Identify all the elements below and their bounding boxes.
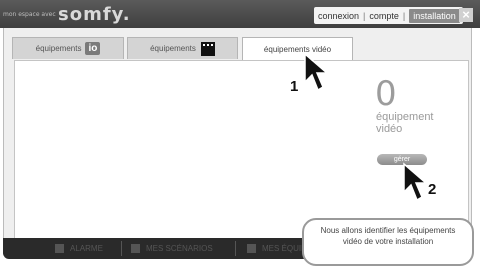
calendar-icon bbox=[131, 244, 140, 253]
tab-label: équipements bbox=[35, 44, 82, 53]
tab-equipements-rts[interactable]: équipements bbox=[127, 37, 238, 59]
nav-installation[interactable]: installation bbox=[409, 8, 460, 23]
bottom-item-scenarios[interactable]: MES SCÉNARIOS bbox=[131, 244, 213, 253]
step-number-1: 1 bbox=[290, 78, 299, 95]
tab-equipements-io[interactable]: équipements io bbox=[12, 37, 124, 59]
equipment-count-label: équipement vidéo bbox=[376, 111, 456, 135]
somfy-logo: somfy. bbox=[58, 4, 131, 25]
nav-separator: | bbox=[402, 10, 406, 21]
top-navigation: connexion | compte | installation bbox=[314, 7, 463, 24]
count-label-line1: équipement bbox=[376, 111, 434, 123]
bottom-item-label: MES SCÉNARIOS bbox=[146, 244, 213, 253]
somfy-window: mon espace avec somfy. connexion | compt… bbox=[0, 0, 480, 266]
nav-connexion[interactable]: connexion bbox=[318, 11, 359, 21]
divider bbox=[121, 241, 122, 256]
brand-prefix: mon espace avec bbox=[3, 11, 56, 18]
home-icon bbox=[55, 244, 64, 253]
tab-equipements-video[interactable]: équipements vidéo bbox=[242, 37, 353, 61]
tab-label: équipements bbox=[150, 44, 196, 53]
close-icon[interactable]: × bbox=[459, 8, 473, 22]
tooltip-line2: vidéo de votre installation bbox=[342, 237, 434, 246]
top-bar: mon espace avec somfy. connexion | compt… bbox=[0, 0, 480, 28]
cursor-arrow-icon bbox=[304, 52, 330, 92]
io-logo-icon: io bbox=[85, 42, 101, 55]
nav-separator: | bbox=[363, 10, 366, 21]
user-icon bbox=[247, 244, 256, 253]
step-number-2: 2 bbox=[428, 181, 437, 198]
bottom-item-alarme[interactable]: ALARME bbox=[55, 244, 103, 253]
rts-logo-icon bbox=[200, 41, 215, 56]
nav-compte[interactable]: compte bbox=[369, 11, 399, 21]
count-label-line2: vidéo bbox=[376, 123, 403, 135]
bottom-item-label: ALARME bbox=[70, 244, 103, 253]
cursor-arrow-icon bbox=[403, 162, 429, 202]
divider bbox=[235, 241, 236, 256]
equipment-count: 0 bbox=[375, 74, 397, 114]
tooltip-line1: Nous allons identifier les équipements bbox=[320, 226, 456, 235]
